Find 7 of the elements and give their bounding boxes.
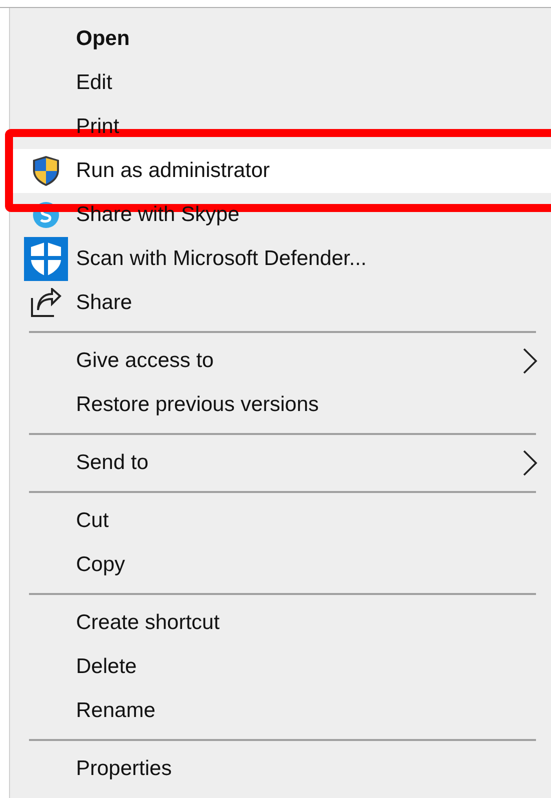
chevron-right-icon <box>522 449 538 477</box>
menu-item[interactable]: Run as administrator <box>10 149 551 193</box>
shield-icon <box>31 155 61 187</box>
defender-shield-icon <box>24 237 68 281</box>
chevron-right-icon <box>522 347 538 375</box>
skype-icon <box>31 200 61 230</box>
share-icon <box>30 288 62 318</box>
